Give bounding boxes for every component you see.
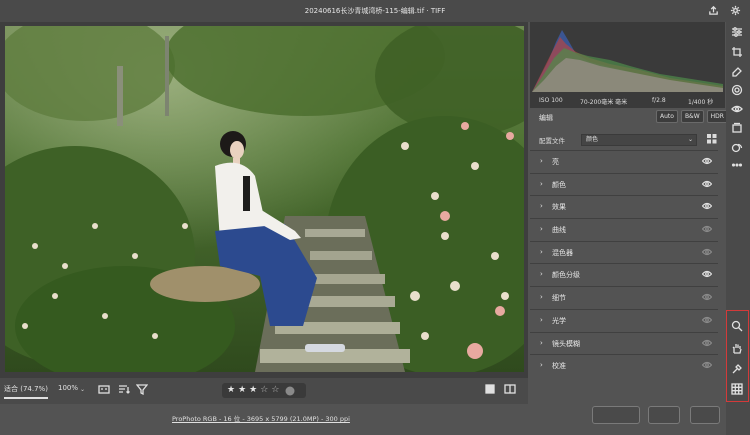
masking-icon[interactable]	[731, 84, 745, 98]
gear-icon[interactable]	[728, 3, 742, 17]
iso-value: ISO 100	[539, 97, 563, 104]
camera-metadata: ISO 100 70-200毫米 毫米 f/2.8 1/400 秒	[530, 94, 725, 108]
zoom-100-button[interactable]: 100%	[58, 384, 78, 392]
edit-sections: › 亮 › 颜色 › 效果 › 曲线 › 混色器 › 颜色分级 › 细节 › 光…	[530, 150, 718, 377]
star-3[interactable]: ★	[249, 386, 257, 395]
section-label: 混色器	[552, 248, 573, 257]
snapshots-icon[interactable]	[731, 141, 745, 155]
grid-overlay-icon[interactable]	[731, 383, 745, 397]
section-color-grading[interactable]: › 颜色分级	[530, 263, 718, 287]
section-label: 亮	[552, 158, 559, 166]
chevron-right-icon: ›	[540, 157, 543, 165]
eye-icon[interactable]	[701, 361, 713, 369]
section-curve[interactable]: › 曲线	[530, 218, 718, 241]
section-lens-blur[interactable]: › 镜头模糊	[530, 331, 718, 355]
shutter-value: 1/400 秒	[688, 99, 714, 106]
bottom-toolbar: 适合 (74.7%) 100% ⌄ ★ ★ ★ ☆ ☆	[0, 378, 528, 404]
star-5[interactable]: ☆	[271, 386, 279, 395]
section-color[interactable]: › 颜色	[530, 172, 718, 196]
hdr-button[interactable]: HDR	[706, 110, 728, 123]
filmstrip-icon[interactable]	[98, 383, 112, 397]
eye-icon[interactable]	[701, 339, 713, 347]
single-view-icon[interactable]	[484, 383, 498, 397]
chevron-right-icon: ›	[540, 361, 543, 370]
eye-icon[interactable]	[701, 225, 713, 233]
before-after-button[interactable]	[592, 406, 640, 424]
window-title: 20240616长沙青城湾桥-115-编辑.tif · TIFF	[304, 7, 446, 15]
chevron-down-icon: ⌄	[687, 136, 693, 143]
star-2[interactable]: ★	[238, 386, 246, 395]
chevron-right-icon: ›	[540, 293, 543, 302]
profile-row: 配置文件 颜色 ⌄	[539, 134, 719, 146]
edit-sliders-icon[interactable]	[731, 26, 745, 40]
tool-strip	[726, 22, 750, 435]
section-detail[interactable]: › 细节	[530, 286, 718, 309]
profile-browser-icon[interactable]	[707, 134, 717, 144]
profile-select[interactable]: 颜色 ⌄	[581, 134, 697, 146]
section-label: 镜头模糊	[552, 339, 580, 348]
section-calibration[interactable]: › 校准	[530, 354, 718, 377]
aperture-value: f/2.8	[652, 97, 666, 104]
title-bar: 20240616长沙青城湾桥-115-编辑.tif · TIFF	[0, 0, 750, 22]
bw-button[interactable]: B&W	[680, 110, 704, 123]
eraser-icon[interactable]	[731, 65, 745, 79]
panel-footer	[530, 404, 725, 428]
section-label: 颜色	[552, 180, 566, 189]
eye-icon[interactable]	[701, 180, 713, 188]
sampler-icon[interactable]	[731, 363, 745, 377]
section-label: 细节	[552, 294, 566, 303]
auto-button[interactable]: Auto	[656, 110, 678, 123]
photo-preview[interactable]	[5, 26, 524, 372]
treatment-buttons: Auto B&W HDR	[656, 110, 728, 123]
profile-label: 配置文件	[539, 137, 565, 145]
star-1[interactable]: ★	[227, 386, 235, 395]
eye-icon[interactable]	[701, 316, 713, 324]
section-label: 光学	[552, 316, 566, 325]
sort-icon[interactable]	[118, 383, 132, 397]
eye-icon[interactable]	[701, 270, 713, 278]
section-optics[interactable]: › 光学	[530, 308, 718, 332]
section-effects[interactable]: › 效果	[530, 195, 718, 219]
workflow-options-link[interactable]: ProPhoto RGB - 16 位 - 3695 x 5799 (21.0M…	[172, 413, 350, 423]
chevron-right-icon: ›	[540, 338, 543, 347]
presets-icon[interactable]	[731, 122, 745, 136]
export-icon[interactable]	[706, 3, 720, 17]
chevron-right-icon: ›	[540, 247, 543, 256]
reset-button[interactable]	[690, 406, 720, 424]
section-label: 曲线	[552, 226, 566, 235]
chevron-right-icon: ›	[540, 315, 543, 324]
chevron-right-icon: ›	[540, 179, 543, 188]
profile-value: 颜色	[586, 136, 599, 143]
zoom-fit-button[interactable]: 适合 (74.7%)	[4, 384, 48, 399]
eye-icon[interactable]	[701, 157, 713, 165]
zoom-icon[interactable]	[731, 320, 745, 334]
edit-panel: ISO 100 70-200毫米 毫米 f/2.8 1/400 秒 编辑 Aut…	[530, 22, 728, 404]
eye-icon[interactable]	[701, 202, 713, 210]
section-light[interactable]: › 亮	[530, 150, 718, 173]
star-4[interactable]: ☆	[260, 386, 268, 395]
more-icon[interactable]	[731, 159, 745, 173]
rating-stars[interactable]: ★ ★ ★ ☆ ☆	[222, 383, 306, 398]
section-label: 效果	[552, 203, 566, 212]
section-color-mixer[interactable]: › 混色器	[530, 240, 718, 264]
trash-icon[interactable]	[285, 386, 295, 396]
section-label: 颜色分级	[552, 271, 580, 280]
compare-view-icon[interactable]	[504, 383, 518, 397]
lens-value: 70-200毫米 毫米	[580, 99, 628, 106]
edit-heading: 编辑	[539, 114, 553, 122]
filter-icon[interactable]	[135, 383, 150, 397]
histogram	[530, 22, 725, 94]
crop-icon[interactable]	[731, 46, 745, 60]
chevron-right-icon: ›	[540, 270, 543, 279]
hand-icon[interactable]	[731, 342, 745, 356]
eye-icon[interactable]	[701, 293, 713, 301]
chevron-right-icon: ›	[540, 225, 543, 234]
toggle-edit-button[interactable]	[648, 406, 680, 424]
zoom-dropdown-icon[interactable]: ⌄	[80, 386, 85, 393]
chevron-right-icon: ›	[540, 202, 543, 211]
redeye-icon[interactable]	[731, 103, 745, 117]
section-label: 校准	[552, 362, 566, 371]
canvas-area[interactable]	[0, 22, 528, 378]
eye-icon[interactable]	[701, 248, 713, 256]
